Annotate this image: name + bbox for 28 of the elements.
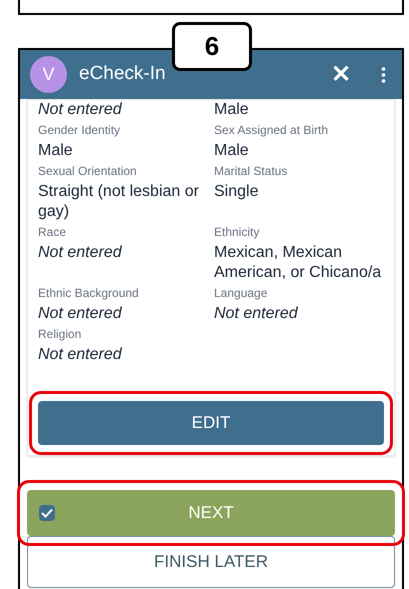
field-value: Single	[214, 182, 260, 202]
field-value: Not entered	[38, 304, 123, 324]
field-label: Language	[214, 285, 268, 302]
field-value: Not entered	[38, 243, 123, 263]
field-label: Religion	[38, 326, 82, 343]
field-value: Male	[38, 141, 74, 161]
field-label: Race	[38, 224, 68, 241]
field-label: Marital Status	[214, 163, 288, 180]
step-number-badge: 6	[172, 22, 252, 71]
field-value: Mexican, Mexican American, or Chicano/a	[214, 243, 382, 283]
field-value: Male	[214, 100, 250, 120]
next-button[interactable]: NEXT	[27, 490, 395, 536]
app-title: eCheck-In	[79, 62, 166, 86]
field-value: Not entered	[214, 304, 299, 324]
field-label: Ethnic Background	[38, 285, 140, 302]
field-label: Sex Assigned at Birth	[214, 122, 330, 139]
finish-later-button[interactable]: FINISH LATER	[27, 536, 395, 588]
checkbox[interactable]	[39, 505, 55, 521]
field-label: Gender Identity	[38, 122, 122, 139]
edit-button[interactable]: EDIT	[38, 401, 384, 445]
field-value: Not entered	[38, 100, 123, 120]
field-value: Straight (not lesbian or gay)	[38, 182, 200, 222]
field-label: Ethnicity	[214, 224, 260, 241]
field-value: Male	[214, 141, 250, 161]
field-label: Sexual Orientation	[38, 163, 138, 180]
more-options-icon[interactable]	[381, 66, 386, 82]
field-value: Not entered	[38, 345, 123, 365]
close-button[interactable]: ✕	[331, 62, 351, 86]
